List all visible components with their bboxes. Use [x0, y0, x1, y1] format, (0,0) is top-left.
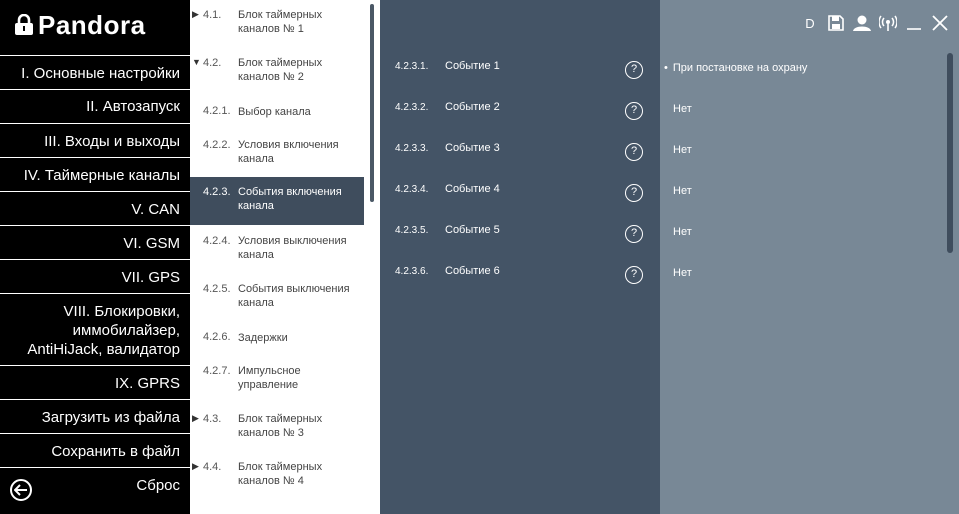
- help-icon[interactable]: ?: [625, 102, 643, 120]
- menu-item-can[interactable]: V. CAN: [0, 191, 190, 225]
- menu-item-gsm[interactable]: VI. GSM: [0, 225, 190, 259]
- event-row-3: 4.2.3.3. Событие 3 ?: [380, 142, 660, 184]
- event-2-value[interactable]: Нет: [673, 103, 692, 115]
- menu-item-basic-settings[interactable]: I. Основные настройки: [0, 55, 190, 89]
- help-icon[interactable]: ?: [625, 266, 643, 284]
- collapse-arrow-icon[interactable]: ▼: [192, 57, 201, 67]
- tree-node-4-2-5[interactable]: 4.2.5. События выключения канала: [190, 274, 364, 322]
- logo-text: Pandora: [38, 9, 146, 40]
- event-label: Событие 4: [445, 183, 500, 195]
- load-from-file-button[interactable]: Загрузить из файла: [0, 399, 190, 433]
- expand-arrow-icon[interactable]: ▶: [192, 9, 199, 20]
- node-label: Блок таймерных каналов № 2: [238, 57, 323, 83]
- node-number: 4.2.1.: [203, 105, 231, 117]
- tree-scrollbar[interactable]: [370, 4, 374, 202]
- event-number: 4.2.3.3.: [395, 143, 429, 154]
- event-number: 4.2.3.5.: [395, 225, 429, 236]
- event-5-value[interactable]: Нет: [673, 226, 692, 238]
- help-icon[interactable]: ?: [625, 143, 643, 161]
- event-number: 4.2.3.4.: [395, 184, 429, 195]
- event-row-5: 4.2.3.5. Событие 5 ?: [380, 224, 660, 266]
- save-to-file-button[interactable]: Сохранить в файл: [0, 433, 190, 467]
- event-number: 4.2.3.6.: [395, 266, 429, 277]
- node-number: 4.2.: [203, 57, 222, 69]
- node-number: 4.2.6.: [203, 331, 231, 343]
- close-icon[interactable]: [927, 10, 953, 36]
- node-label: Условия включения канала: [238, 139, 339, 165]
- lock-logo-icon: [15, 14, 33, 35]
- back-icon[interactable]: [10, 479, 32, 501]
- values-panel: D • При постановке на охрану Нет Нет Нет …: [660, 0, 959, 514]
- tree-node-4-2-2[interactable]: 4.2.2. Условия включения канала: [190, 130, 364, 178]
- node-label: Выбор канала: [238, 106, 311, 118]
- minimize-icon[interactable]: [901, 10, 927, 36]
- node-label: Импульсное управление: [238, 365, 301, 391]
- selected-bullet: •: [664, 62, 668, 74]
- event-label: Событие 6: [445, 265, 500, 277]
- device-d-label[interactable]: D: [797, 10, 823, 36]
- help-icon[interactable]: ?: [625, 61, 643, 79]
- event-4-value[interactable]: Нет: [673, 185, 692, 197]
- node-number: 4.2.3.: [203, 186, 231, 198]
- node-label: Блок таймерных каналов № 1: [238, 9, 323, 35]
- node-label: Блок таймерных каналов № 4: [238, 461, 323, 487]
- wireless-icon[interactable]: [875, 10, 901, 36]
- event-row-6: 4.2.3.6. Событие 6 ?: [380, 265, 660, 307]
- help-icon[interactable]: ?: [625, 184, 643, 202]
- event-label: Событие 2: [445, 101, 500, 113]
- event-label: Событие 3: [445, 142, 500, 154]
- event-row-4: 4.2.3.4. Событие 4 ?: [380, 183, 660, 225]
- tree-node-4-4[interactable]: ▶ 4.4. Блок таймерных каналов № 4: [190, 452, 364, 500]
- expand-arrow-icon[interactable]: ▶: [192, 461, 199, 472]
- help-icon[interactable]: ?: [625, 225, 643, 243]
- node-number: 4.2.4.: [203, 235, 231, 247]
- pandora-logo: Pandora: [14, 10, 146, 40]
- node-label: События выключения канала: [238, 283, 350, 309]
- event-number: 4.2.3.1.: [395, 61, 429, 72]
- tree-node-4-2[interactable]: ▼ 4.2. Блок таймерных каналов № 2: [190, 48, 364, 96]
- menu-item-gps[interactable]: VII. GPS: [0, 259, 190, 293]
- value-text: При постановке на охрану: [672, 62, 808, 74]
- values-scrollbar[interactable]: [947, 53, 953, 253]
- node-number: 4.3.: [203, 413, 222, 425]
- node-number: 4.2.5.: [203, 283, 231, 295]
- node-label: Задержки: [238, 332, 288, 344]
- node-number: 4.1.: [203, 9, 222, 21]
- menu-item-gprs[interactable]: IX. GPRS: [0, 365, 190, 399]
- event-row-2: 4.2.3.2. Событие 2 ?: [380, 101, 660, 143]
- node-number: 4.2.7.: [203, 365, 231, 377]
- node-label: Блок таймерных каналов № 3: [238, 413, 323, 439]
- save-icon[interactable]: [823, 10, 849, 36]
- menu-item-timer-channels[interactable]: IV. Таймерные каналы: [0, 157, 190, 191]
- menu-item-autostart[interactable]: II. Автозапуск: [0, 89, 190, 123]
- main-menu: Pandora I. Основные настройки II. Автоза…: [0, 0, 190, 514]
- expand-arrow-icon[interactable]: ▶: [192, 413, 199, 424]
- section-tree: ▶ 4.1. Блок таймерных каналов № 1 ▼ 4.2.…: [190, 0, 380, 514]
- event-1-value[interactable]: • При постановке на охрану: [664, 62, 808, 74]
- event-label: Событие 5: [445, 224, 500, 236]
- node-label: Условия выключения канала: [238, 235, 347, 261]
- tree-node-4-2-4[interactable]: 4.2.4. Условия выключения канала: [190, 226, 364, 274]
- event-label: Событие 1: [445, 60, 500, 72]
- tree-node-4-3[interactable]: ▶ 4.3. Блок таймерных каналов № 3: [190, 404, 364, 452]
- menu-item-immobilizer[interactable]: VIII. Блокировки, иммобилайзер, AntiHiJa…: [0, 293, 190, 365]
- user-icon[interactable]: [849, 10, 875, 36]
- event-row-1: 4.2.3.1. Событие 1 ?: [380, 60, 660, 102]
- tree-node-4-1[interactable]: ▶ 4.1. Блок таймерных каналов № 1: [190, 0, 364, 48]
- tree-node-4-2-7[interactable]: 4.2.7. Импульсное управление: [190, 356, 364, 404]
- node-number: 4.4.: [203, 461, 222, 473]
- node-label: События включения канала: [238, 186, 342, 212]
- event-number: 4.2.3.2.: [395, 102, 429, 113]
- arrow-left-icon: [14, 484, 27, 496]
- event-6-value[interactable]: Нет: [673, 267, 692, 279]
- menu-item-inputs-outputs[interactable]: III. Входы и выходы: [0, 123, 190, 157]
- event-3-value[interactable]: Нет: [673, 144, 692, 156]
- node-number: 4.2.2.: [203, 139, 231, 151]
- events-panel: 4.2.3.1. Событие 1 ? 4.2.3.2. Событие 2 …: [380, 0, 660, 514]
- window-toolbar: D: [797, 0, 959, 46]
- tree-node-4-2-3[interactable]: 4.2.3. События включения канала: [190, 177, 364, 225]
